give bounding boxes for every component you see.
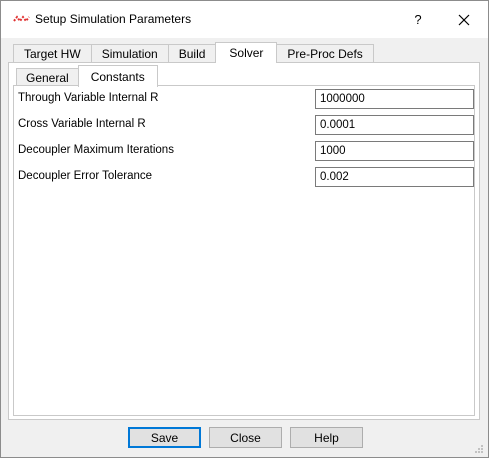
field-label: Cross Variable Internal R	[18, 118, 146, 130]
resize-grip-icon[interactable]	[474, 444, 484, 454]
decoupler-error-tolerance-input[interactable]	[315, 167, 474, 187]
save-button[interactable]: Save	[128, 427, 201, 448]
dialog-buttons: Save Close Help	[1, 427, 488, 449]
window-title: Setup Simulation Parameters	[35, 12, 192, 26]
constants-panel: Through Variable Internal R Cross Variab…	[13, 85, 475, 416]
field-cross-variable-internal-r: Cross Variable Internal R	[18, 115, 474, 135]
through-variable-internal-r-input[interactable]	[315, 89, 474, 109]
field-through-variable-internal-r: Through Variable Internal R	[18, 89, 474, 109]
help-button[interactable]: Help	[290, 427, 363, 448]
field-decoupler-maximum-iterations: Decoupler Maximum Iterations	[18, 141, 474, 161]
solver-panel: General Constants Through Variable Inter…	[8, 62, 480, 420]
tab-target-hw[interactable]: Target HW	[13, 44, 92, 63]
tab-constants[interactable]: Constants	[77, 65, 158, 87]
decoupler-maximum-iterations-input[interactable]	[315, 141, 474, 161]
tab-solver[interactable]: Solver	[215, 42, 278, 63]
close-button[interactable]: Close	[209, 427, 282, 448]
main-tabs: Target HW Simulation Build Solver Pre-Pr…	[13, 42, 374, 63]
close-title-button[interactable]	[441, 1, 487, 38]
sub-tabs: General Constants	[16, 65, 158, 87]
tab-pre-proc-defs[interactable]: Pre-Proc Defs	[276, 44, 374, 63]
field-decoupler-error-tolerance: Decoupler Error Tolerance	[18, 167, 474, 187]
field-label: Decoupler Error Tolerance	[18, 170, 153, 182]
tab-simulation[interactable]: Simulation	[90, 44, 169, 63]
tab-build[interactable]: Build	[167, 44, 217, 63]
dialog-window: Setup Simulation Parameters ? Target HW …	[0, 0, 489, 458]
title-bar: Setup Simulation Parameters ?	[1, 1, 488, 38]
field-label: Through Variable Internal R	[18, 92, 159, 104]
close-icon	[458, 14, 470, 25]
app-icon	[13, 15, 30, 23]
cross-variable-internal-r-input[interactable]	[315, 115, 474, 135]
field-label: Decoupler Maximum Iterations	[18, 144, 174, 156]
help-title-button[interactable]: ?	[395, 1, 441, 38]
